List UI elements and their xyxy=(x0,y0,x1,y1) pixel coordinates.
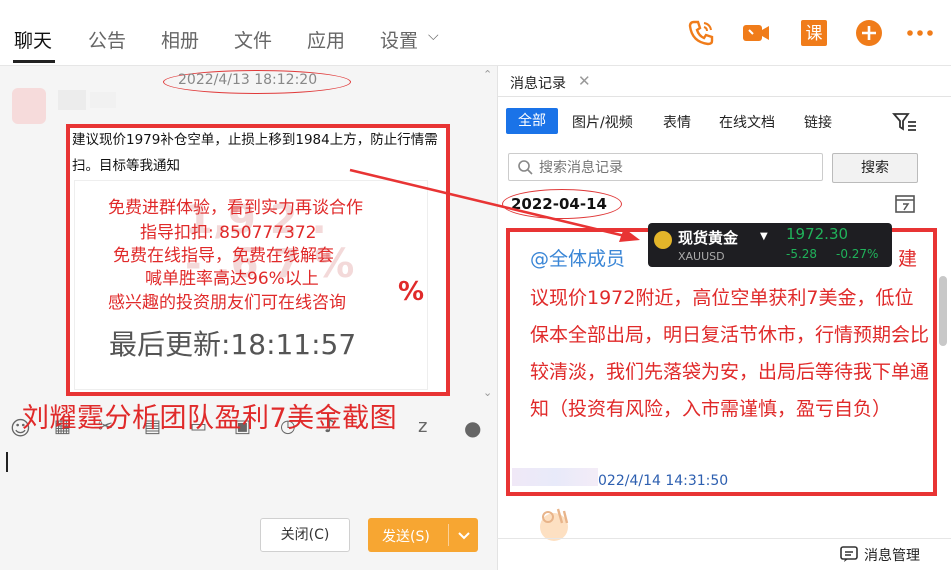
annotation-caption: 刘耀霆分析团队盈利7美金截图 xyxy=(22,403,398,434)
top-nav: 聊天 公告 相册 文件 应用 设置 ⌵ 课 xyxy=(0,0,951,66)
chevron-down-icon[interactable] xyxy=(456,525,472,545)
message-manage-link[interactable]: 消息管理 xyxy=(864,545,920,565)
filter-emoji[interactable]: 表情 xyxy=(663,112,691,132)
filter-all[interactable]: 全部 xyxy=(506,108,558,134)
ticker-symbol: XAUUSD xyxy=(678,250,725,263)
tab-apps[interactable]: 应用 xyxy=(307,26,345,53)
date-label: 2022-04-14 xyxy=(511,195,607,213)
message-timestamp: 2022/4/13 18:12:20 xyxy=(178,72,318,88)
search-button[interactable]: 搜索 xyxy=(832,153,918,183)
video-call-icon[interactable] xyxy=(741,18,771,48)
group-chat-window: 聊天 公告 相册 文件 应用 设置 ⌵ 课 ⌃ ⌄ 2022/4/13 18:1… xyxy=(0,0,951,570)
search-icon xyxy=(518,160,533,175)
ticker-price: 1972.30 xyxy=(786,225,849,243)
ticker-change: -5.28 xyxy=(786,247,818,261)
svg-text:课: 课 xyxy=(806,24,823,44)
ok-hand-emoji-icon[interactable] xyxy=(534,503,578,543)
phone-icon[interactable] xyxy=(686,18,716,48)
message-text: 议现价1972附近，高位空单获利7美金，低位保本全部出局，明日复活节休市，行情预… xyxy=(530,287,930,420)
scroll-up-icon[interactable]: ⌃ xyxy=(483,68,492,81)
tab-album[interactable]: 相册 xyxy=(161,26,199,53)
tab-chat[interactable]: 聊天 xyxy=(14,26,52,53)
gold-coin-icon xyxy=(654,231,672,249)
search-box[interactable] xyxy=(508,153,823,181)
tab-settings[interactable]: 设置 xyxy=(380,26,418,53)
send-divider xyxy=(448,524,449,546)
text-cursor xyxy=(6,452,8,472)
footer-divider xyxy=(497,538,951,539)
filter-links[interactable]: 链接 xyxy=(804,112,832,132)
send-button[interactable]: 发送(S) xyxy=(368,518,478,552)
send-button-label: 发送(S) xyxy=(382,529,430,545)
more-icon[interactable] xyxy=(905,18,935,48)
message-time: 022/4/14 14:31:50 xyxy=(598,473,729,489)
caret-down-icon[interactable]: ▼ xyxy=(760,231,768,242)
panel-divider xyxy=(497,96,951,97)
gold-price-ticker[interactable]: 现货黄金 XAUUSD ▼ 1972.30 -5.28 -0.27% xyxy=(648,223,892,267)
tab-announcement[interactable]: 公告 xyxy=(88,26,126,53)
filter-icon[interactable] xyxy=(892,110,918,134)
filter-media[interactable]: 图片/视频 xyxy=(572,112,633,132)
chevron-down-icon[interactable]: ⌵ xyxy=(428,28,439,44)
aa-icon[interactable]: z xyxy=(418,416,442,440)
close-button[interactable]: 关闭(C) xyxy=(260,518,350,552)
search-input[interactable] xyxy=(539,158,815,178)
history-record-icon[interactable]: ● xyxy=(464,416,488,440)
tab-files[interactable]: 文件 xyxy=(234,26,272,53)
sender-avatar-blurred[interactable] xyxy=(10,88,120,126)
scrollbar-thumb[interactable] xyxy=(939,276,947,346)
ticker-change-pct: -0.27% xyxy=(836,247,879,261)
message-text-head: 建 xyxy=(898,248,918,270)
panel-title[interactable]: 消息记录 xyxy=(510,73,566,93)
course-icon[interactable]: 课 xyxy=(799,18,829,48)
annotation-frame-left xyxy=(66,124,450,396)
scroll-down-icon[interactable]: ⌄ xyxy=(483,386,492,399)
sender-name-blurred xyxy=(512,466,598,488)
message-manage-icon[interactable] xyxy=(840,545,858,563)
add-icon[interactable] xyxy=(854,18,884,48)
mention-all[interactable]: @全体成员 xyxy=(530,244,625,271)
filter-docs[interactable]: 在线文档 xyxy=(719,112,775,132)
active-tab-indicator xyxy=(13,60,55,63)
close-icon[interactable]: ✕ xyxy=(578,72,591,90)
ticker-name: 现货黄金 xyxy=(678,229,739,247)
calendar-icon[interactable] xyxy=(894,192,916,214)
